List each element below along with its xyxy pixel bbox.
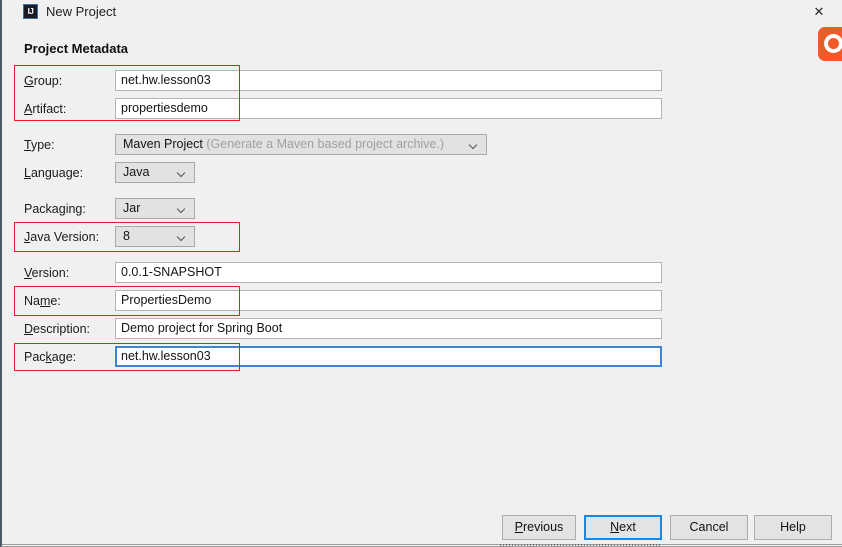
chevron-down-icon <box>178 206 186 211</box>
bottom-divider <box>2 544 842 545</box>
chevron-down-icon <box>178 170 186 175</box>
next-button[interactable]: Next <box>584 515 662 540</box>
page-title: Project Metadata <box>24 41 129 56</box>
package-label: Package: <box>24 350 77 364</box>
chevron-down-icon <box>470 142 478 147</box>
intellij-idea-icon: IJ <box>23 4 38 19</box>
language-value: Java <box>123 165 150 179</box>
group-input[interactable]: net.hw.lesson03 <box>115 70 662 91</box>
packaging-dropdown[interactable]: Jar <box>115 198 195 219</box>
resize-grip[interactable] <box>500 544 662 546</box>
window-title: New Project <box>46 4 117 19</box>
language-label: Language: <box>24 166 84 180</box>
help-button[interactable]: Help <box>754 515 832 540</box>
version-label: Version: <box>24 266 70 280</box>
packaging-label: Packaging: <box>24 202 86 216</box>
type-hint: (Generate a Maven based project archive.… <box>206 137 445 151</box>
group-label: Group: <box>24 74 63 88</box>
type-label: Type: <box>24 138 55 152</box>
version-input[interactable]: 0.0.1-SNAPSHOT <box>115 262 662 283</box>
type-dropdown[interactable]: Maven Project (Generate a Maven based pr… <box>115 134 487 155</box>
previous-button[interactable]: Previous <box>502 515 576 540</box>
title-bar: IJ New Project ✕ <box>2 0 842 24</box>
name-label: Name: <box>24 294 61 308</box>
background-app-icon <box>818 27 842 61</box>
java-version-value: 8 <box>123 229 130 243</box>
package-input[interactable]: net.hw.lesson03 <box>115 346 662 367</box>
name-input[interactable]: PropertiesDemo <box>115 290 662 311</box>
java-version-label: Java Version: <box>24 230 100 244</box>
close-icon[interactable]: ✕ <box>810 3 828 21</box>
cancel-button[interactable]: Cancel <box>670 515 748 540</box>
artifact-label: Artifact: <box>24 102 67 116</box>
chevron-down-icon <box>178 234 186 239</box>
packaging-value: Jar <box>123 201 141 215</box>
description-input[interactable]: Demo project for Spring Boot <box>115 318 662 339</box>
new-project-dialog: IJ New Project ✕ Project Metadata Group:… <box>0 0 842 547</box>
type-value: Maven Project <box>123 137 203 151</box>
artifact-input[interactable]: propertiesdemo <box>115 98 662 119</box>
language-dropdown[interactable]: Java <box>115 162 195 183</box>
description-label: Description: <box>24 322 91 336</box>
java-version-dropdown[interactable]: 8 <box>115 226 195 247</box>
